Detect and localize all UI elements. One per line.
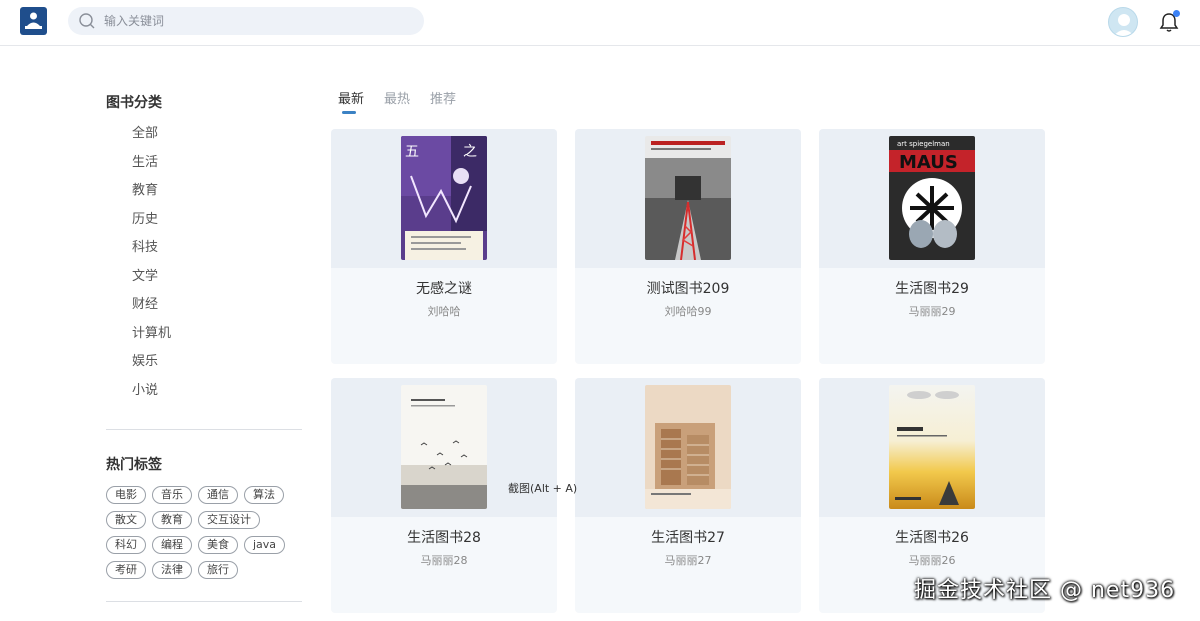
tag-chip[interactable]: 美食 [198,536,238,554]
book-card[interactable]: MAUS art spiegelman 生活图书29 马丽丽29 [819,129,1045,364]
sidebar-divider [106,601,302,602]
tag-chip[interactable]: 交互设计 [198,511,260,529]
tab-hottest[interactable]: 最热 [384,88,410,114]
tag-chip[interactable]: 考研 [106,561,146,579]
book-title: 测试图书209 [646,281,730,297]
book-cover-area: 五 之 [331,129,557,268]
book-card[interactable]: 测试图书209 刘哈哈99 [575,129,801,364]
svg-text:之: 之 [463,144,477,160]
top-nav-bar [0,0,1200,46]
tag-chip[interactable]: java [244,536,286,554]
book-title: 生活图书27 [651,530,725,546]
screenshot-tooltip: 截图(Alt + A) [508,482,578,495]
tag-section-title: 热门标签 [106,457,162,473]
book-author: 刘哈哈 [427,305,461,318]
tab-newest[interactable]: 最新 [338,88,364,114]
book-title: 生活图书26 [895,530,969,546]
book-cover-image [645,136,731,260]
book-author: 马丽丽27 [664,554,712,567]
svg-text:MAUS: MAUS [899,152,958,173]
book-card[interactable]: 五 之 无感之谜 刘哈哈 [331,129,557,364]
book-cover-area [575,129,801,268]
category-item[interactable]: 小说 [132,383,171,412]
tag-chip[interactable]: 科幻 [106,536,146,554]
tag-chip[interactable]: 旅行 [198,561,238,579]
book-cover-image [889,385,975,509]
book-cover-image [645,385,731,509]
tag-chip[interactable]: 编程 [152,536,192,554]
book-cover-area [575,378,801,517]
search-input[interactable] [104,11,404,31]
sidebar-divider [106,429,302,430]
category-section-title: 图书分类 [106,95,162,111]
notification-dot [1173,10,1180,17]
tag-chip[interactable]: 法律 [152,561,192,579]
book-author: 马丽丽28 [420,554,468,567]
category-item[interactable]: 全部 [132,126,171,155]
category-item[interactable]: 科技 [132,240,171,269]
category-item[interactable]: 历史 [132,212,171,241]
book-card[interactable]: 生活图书27 马丽丽27 [575,378,801,613]
book-cover-image [401,385,487,509]
search-box [68,7,424,35]
category-item[interactable]: 财经 [132,297,171,326]
book-cover-area [819,378,1045,517]
tag-chip[interactable]: 电影 [106,486,146,504]
tag-chip[interactable]: 算法 [244,486,284,504]
tag-chip[interactable]: 通信 [198,486,238,504]
book-title: 生活图书29 [895,281,969,297]
tag-chip[interactable]: 教育 [152,511,192,529]
book-title: 无感之谜 [416,281,472,297]
book-author: 刘哈哈99 [664,305,712,318]
tag-cloud: 电影 音乐 通信 算法 散文 教育 交互设计 科幻 编程 美食 java 考研 … [106,486,302,586]
tab-recommended[interactable]: 推荐 [430,88,456,114]
book-cover-image: MAUS art spiegelman [889,136,975,260]
svg-text:五: 五 [405,144,419,160]
category-item[interactable]: 文学 [132,269,171,298]
book-author: 马丽丽26 [908,554,956,567]
category-list: 全部 生活 教育 历史 科技 文学 财经 计算机 娱乐 小说 [132,126,171,411]
library-logo-icon[interactable] [20,7,47,35]
sort-tabs: 最新 最热 推荐 [338,88,456,114]
book-cover-image: 五 之 [401,136,487,260]
notification-bell-icon[interactable] [1159,10,1180,33]
category-item[interactable]: 计算机 [132,326,171,355]
search-icon[interactable] [78,12,96,30]
watermark-text: 掘金技术社区 @ net936 [914,578,1176,603]
user-avatar-icon[interactable] [1108,7,1138,37]
tag-chip[interactable]: 音乐 [152,486,192,504]
svg-text:art spiegelman: art spiegelman [897,140,950,148]
book-cover-area: MAUS art spiegelman [819,129,1045,268]
tag-chip[interactable]: 散文 [106,511,146,529]
book-cover-area [331,378,557,517]
book-title: 生活图书28 [407,530,481,546]
category-item[interactable]: 娱乐 [132,354,171,383]
category-item[interactable]: 教育 [132,183,171,212]
category-item[interactable]: 生活 [132,155,171,184]
book-author: 马丽丽29 [908,305,956,318]
